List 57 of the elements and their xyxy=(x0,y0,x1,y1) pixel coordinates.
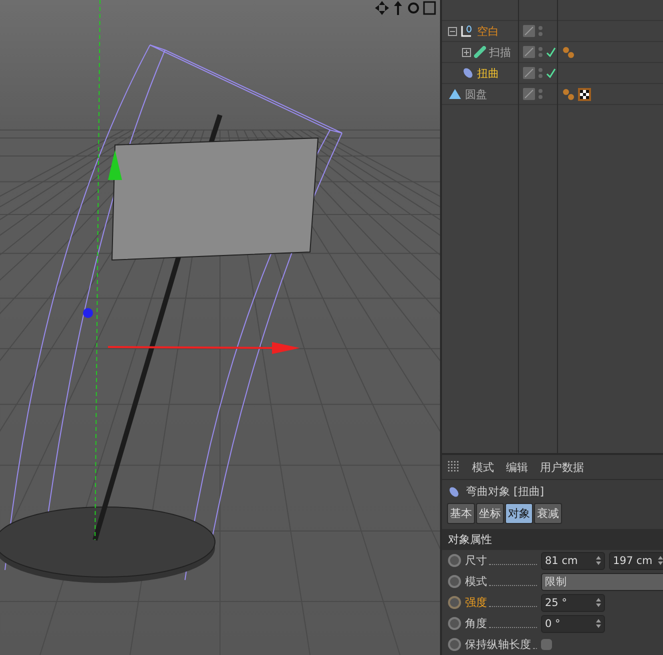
checkbox[interactable] xyxy=(541,639,552,650)
sweep-icon xyxy=(474,46,486,58)
animation-radio[interactable] xyxy=(448,638,461,652)
maximize-icon[interactable] xyxy=(423,1,436,15)
object-name[interactable]: 扫描 xyxy=(489,44,511,60)
spinner-icon[interactable] xyxy=(596,619,601,628)
bend-icon xyxy=(462,67,474,79)
3d-viewport[interactable] xyxy=(0,0,442,655)
pole-top-drawing xyxy=(208,114,222,144)
collapse-icon[interactable] xyxy=(448,26,457,36)
spinner-icon[interactable] xyxy=(658,556,663,566)
visibility-dots-icon[interactable] xyxy=(538,46,543,58)
visibility-dots-icon[interactable] xyxy=(538,67,543,79)
animation-radio[interactable] xyxy=(448,554,461,568)
visibility-dots-icon[interactable] xyxy=(538,25,543,37)
layer-icon[interactable] xyxy=(523,46,535,58)
menu-item[interactable]: 用户数据 xyxy=(540,460,584,475)
spinner-icon[interactable] xyxy=(596,556,601,566)
number-field[interactable]: 197 cm xyxy=(609,552,663,570)
expand-icon[interactable] xyxy=(462,48,471,56)
field-label: 尺寸 xyxy=(465,553,487,568)
field-label: 角度 xyxy=(465,616,487,632)
checkmark-icon[interactable] xyxy=(546,68,556,78)
menu-item[interactable]: 模式 xyxy=(472,460,494,475)
checker-texture-tag-icon[interactable] xyxy=(578,88,591,100)
dropdown[interactable]: 限制 xyxy=(541,572,663,591)
object-name[interactable]: 扭曲 xyxy=(477,66,499,80)
number-field[interactable]: 81 cm xyxy=(541,552,605,570)
animation-radio[interactable] xyxy=(448,617,461,630)
tab[interactable]: 对象 xyxy=(505,503,533,524)
object-name[interactable]: 空白 xyxy=(477,24,499,38)
animation-radio[interactable] xyxy=(448,575,461,588)
number-field[interactable]: 25 ° xyxy=(541,594,605,612)
layer-icon[interactable] xyxy=(523,67,535,79)
bend-icon xyxy=(448,486,460,498)
checkmark-icon[interactable] xyxy=(546,47,556,57)
tab[interactable]: 衰减 xyxy=(534,503,562,524)
tab[interactable]: 坐标 xyxy=(476,503,504,524)
spinner-icon[interactable] xyxy=(596,598,601,608)
rotate-icon[interactable] xyxy=(407,1,420,15)
animation-radio[interactable] xyxy=(448,596,461,610)
object-name[interactable]: 圆盘 xyxy=(465,86,487,102)
visibility-dots-icon[interactable] xyxy=(538,88,543,100)
layer-icon[interactable] xyxy=(523,88,535,100)
section-header: 对象属性 xyxy=(442,529,663,550)
menu-item[interactable]: 编辑 xyxy=(506,460,528,475)
field-label: 保持纵轴长度 xyxy=(465,637,531,652)
tab[interactable]: 基本 xyxy=(447,503,475,524)
arrow-icon[interactable] xyxy=(392,1,404,15)
layer-icon[interactable] xyxy=(523,25,535,37)
field-label: 强度 xyxy=(465,595,487,610)
move-icon[interactable] xyxy=(375,1,389,15)
object-title: 弯曲对象 [扭曲] xyxy=(466,484,544,500)
material-tag-icon[interactable] xyxy=(562,46,575,58)
null-object-icon xyxy=(460,24,474,38)
number-field[interactable]: 0 ° xyxy=(541,614,605,633)
field-label: 模式 xyxy=(465,574,487,590)
